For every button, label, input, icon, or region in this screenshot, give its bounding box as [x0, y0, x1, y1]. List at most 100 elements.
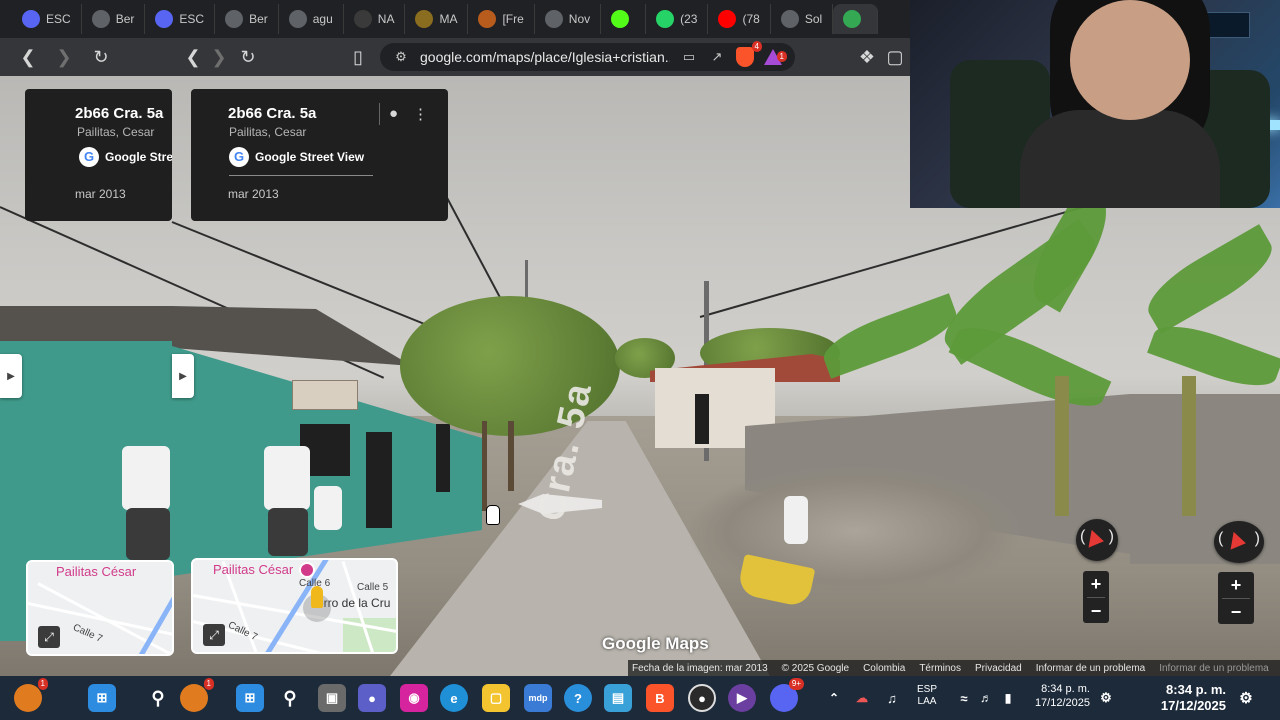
reload-button[interactable]: ↻: [237, 46, 259, 68]
reload-button[interactable]: ↻: [90, 46, 112, 68]
browser-tab[interactable]: NA: [344, 4, 406, 34]
media-player-icon[interactable]: ▶: [728, 684, 756, 712]
expand-map-icon[interactable]: ⤢: [203, 624, 225, 646]
extensions-icon[interactable]: ❖: [856, 46, 878, 68]
system-clock[interactable]: 8:34 p. m. 17/12/2025: [1020, 682, 1090, 710]
place-marker-icon[interactable]: [299, 562, 315, 578]
help-icon[interactable]: ?: [564, 684, 592, 712]
browser-tab[interactable]: MA: [405, 4, 469, 34]
pegman-icon[interactable]: [311, 586, 323, 608]
rotate-right-icon[interactable]: ): [1255, 530, 1260, 548]
mini-map[interactable]: Pailitas César Calle 6 Calle 5 erro de l…: [191, 558, 398, 654]
notifications-icon[interactable]: ⚙: [1092, 684, 1120, 712]
discord-icon: [22, 10, 40, 28]
browser-tab[interactable]: [833, 4, 879, 34]
mini-map-duplicate[interactable]: Pailitas César Calle 7 ⤢: [26, 560, 174, 656]
system-clock[interactable]: 8:34 p. m. 17/12/2025: [1140, 682, 1226, 714]
notepad-icon[interactable]: ▤: [604, 684, 632, 712]
cast-icon[interactable]: ▭: [680, 48, 698, 66]
search-icon[interactable]: ⚲: [144, 684, 172, 712]
browser-tab[interactable]: [601, 4, 647, 34]
location-pin-icon[interactable]: ●: [389, 105, 398, 122]
forward-button[interactable]: ❯: [53, 46, 75, 68]
zoom-in-button[interactable]: +: [1083, 571, 1109, 597]
location-card-duplicate: 2b66 Cra. 5a Pailitas, Cesar G Google St…: [25, 89, 172, 221]
bookmark-icon[interactable]: ▯: [347, 46, 369, 68]
forward-button[interactable]: ❯: [208, 46, 230, 68]
tab-label: agu: [312, 12, 333, 26]
browser-tab[interactable]: [Fre: [468, 4, 535, 34]
discord-icon: [155, 10, 174, 28]
keyboard-layout: LAA: [917, 696, 937, 707]
notifications-icon[interactable]: ⚙: [1232, 684, 1260, 712]
brave-rewards-icon[interactable]: 1: [764, 49, 787, 65]
browser-tab[interactable]: Ber: [215, 4, 279, 34]
zoom-out-button[interactable]: −: [1083, 598, 1109, 624]
rewards-badge: 1: [776, 51, 787, 62]
browser-tab[interactable]: ESC: [12, 4, 82, 34]
task-view-icon[interactable]: ▣: [318, 684, 346, 712]
more-options-icon[interactable]: ⋮: [413, 105, 428, 123]
cloud-sync-icon[interactable]: ☁: [848, 684, 876, 712]
browser-tab[interactable]: agu: [279, 4, 344, 34]
zoom-out-button[interactable]: −: [1218, 599, 1254, 625]
brave-browser-icon[interactable]: B: [646, 684, 674, 712]
browser-tab[interactable]: Sol: [771, 4, 834, 34]
browser-tab[interactable]: Ber: [82, 4, 146, 34]
door: [436, 424, 450, 492]
rotate-left-icon[interactable]: (: [1218, 530, 1223, 548]
terms-link[interactable]: Términos: [919, 663, 961, 674]
browser-tab[interactable]: ESC: [145, 4, 216, 34]
widgets-icon[interactable]: 1: [180, 678, 214, 712]
compass-icon[interactable]: ( ): [1214, 521, 1264, 563]
brave-shield-icon[interactable]: 4: [736, 41, 762, 67]
expand-map-icon[interactable]: ⤢: [38, 626, 60, 648]
share-icon[interactable]: ↗: [708, 48, 726, 66]
door: [695, 394, 709, 444]
expand-panel-button[interactable]: ▶: [172, 354, 194, 398]
report-problem-link-duplicate[interactable]: Informar de un problema: [1159, 663, 1269, 674]
site-info-icon[interactable]: ⚙: [392, 48, 410, 66]
report-problem-link[interactable]: Informar de un problema: [1036, 663, 1146, 674]
file-explorer-icon[interactable]: ▢: [482, 684, 510, 712]
globe-icon: [544, 10, 563, 28]
browser-tab[interactable]: (23: [646, 4, 709, 34]
back-button[interactable]: ❮: [182, 46, 204, 68]
rotate-left-icon[interactable]: (: [1080, 528, 1085, 546]
expand-panel-button[interactable]: ▶: [0, 354, 22, 398]
rotate-right-icon[interactable]: ): [1109, 528, 1114, 546]
teams-icon[interactable]: ●: [358, 684, 386, 712]
instagram-icon[interactable]: ◉: [400, 684, 428, 712]
hand-cursor-icon: [486, 505, 500, 525]
sidebar-icon[interactable]: ▢: [884, 46, 906, 68]
worker: [784, 496, 808, 544]
url-text[interactable]: google.com/maps/place/Iglesia+cristian..…: [420, 49, 670, 65]
capture-date[interactable]: mar 2013: [228, 187, 279, 201]
notification-badge: 1: [203, 678, 214, 690]
browser-tab[interactable]: Nov: [535, 4, 602, 34]
back-button[interactable]: ❮: [17, 46, 39, 68]
input-language[interactable]: ESP LAA: [912, 684, 942, 708]
start-icon[interactable]: ⊞: [88, 684, 116, 712]
country-link[interactable]: Colombia: [863, 663, 905, 674]
edge-icon[interactable]: e: [440, 684, 468, 712]
zoom-in-button[interactable]: +: [1218, 572, 1254, 598]
battery-icon[interactable]: ▮: [994, 684, 1022, 712]
zoom-controls: + −: [1083, 571, 1109, 623]
obs-icon[interactable]: ●: [688, 684, 716, 712]
search-icon[interactable]: ⚲: [276, 684, 304, 712]
street-view-provider[interactable]: G Google Street View: [229, 147, 364, 167]
discord-icon[interactable]: 9+: [770, 678, 804, 712]
person: [122, 446, 170, 510]
compass-icon[interactable]: ( ): [1076, 519, 1118, 561]
weather-widget-icon[interactable]: 1: [14, 678, 48, 712]
browser-tab[interactable]: (78: [708, 4, 771, 34]
start-icon[interactable]: ⊞: [236, 684, 264, 712]
street-view-provider: G Google Street View: [79, 147, 172, 167]
mdp-app-icon[interactable]: mdp: [524, 684, 552, 712]
browser-tab-strip: ESC Ber ESC Ber agu NA MA [Fre Nov (23 (78 Sol: [0, 0, 910, 38]
microphone-icon[interactable]: ♫: [878, 684, 906, 712]
address-bar[interactable]: ⚙ google.com/maps/place/Iglesia+cristian…: [380, 41, 795, 71]
privacy-link[interactable]: Privacidad: [975, 663, 1022, 674]
show-hidden-icons-icon[interactable]: ⌃: [820, 684, 848, 712]
